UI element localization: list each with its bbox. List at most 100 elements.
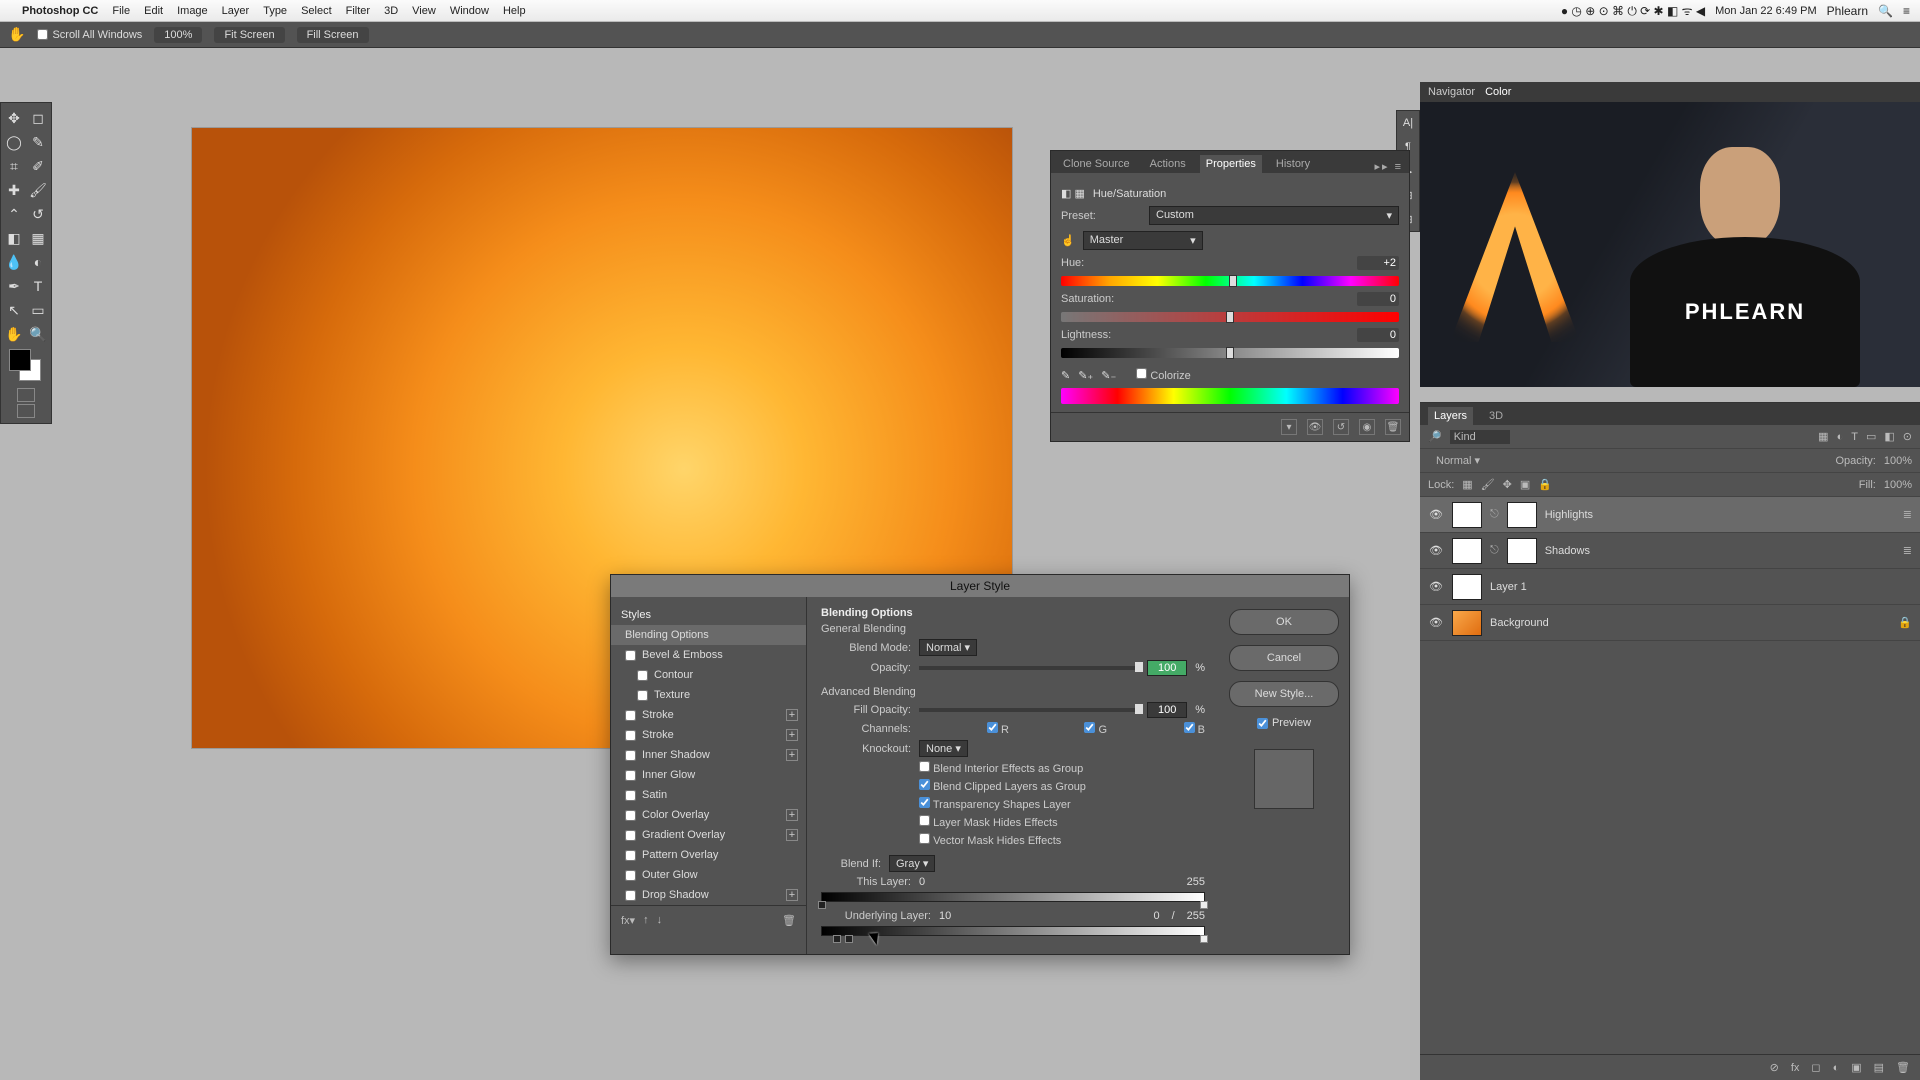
preset-select[interactable]: Custom▾ [1149, 206, 1399, 225]
menu-help[interactable]: Help [503, 5, 526, 17]
style-gradient-overlay[interactable]: Gradient Overlay+ [611, 825, 806, 845]
fx-badge-icon[interactable]: ≣ [1903, 544, 1912, 557]
knockout-select[interactable]: None ▾ [919, 740, 968, 757]
new-style-button[interactable]: New Style... [1229, 681, 1339, 707]
app-name[interactable]: Photoshop CC [22, 5, 98, 17]
style-blending-options[interactable]: Blending Options [611, 625, 806, 645]
clip-icon[interactable]: ▾ [1281, 419, 1297, 435]
filter-kind-select[interactable]: Kind [1450, 430, 1510, 444]
opacity-slider[interactable] [919, 666, 1139, 670]
blur-tool-icon[interactable]: 💧 [3, 251, 25, 273]
lightness-value[interactable]: 0 [1357, 328, 1399, 342]
zoom-level[interactable]: 100% [154, 27, 202, 43]
blendif-select[interactable]: Gray ▾ [889, 855, 935, 872]
channel-b-checkbox[interactable]: B [1115, 722, 1205, 736]
menu-3d[interactable]: 3D [384, 5, 398, 17]
mask-icon[interactable]: ◻ [1811, 1061, 1820, 1074]
delete-effect-icon[interactable]: 🗑 [782, 914, 796, 927]
menu-type[interactable]: Type [263, 5, 287, 17]
visibility-icon[interactable]: 👁 [1428, 508, 1444, 521]
history-brush-icon[interactable]: ↺ [27, 203, 49, 225]
lightness-slider[interactable] [1061, 348, 1399, 358]
visibility-icon[interactable]: 👁 [1428, 580, 1444, 593]
reset-icon[interactable]: ↺ [1333, 419, 1349, 435]
fillopacity-slider[interactable] [919, 708, 1139, 712]
stamp-tool-icon[interactable]: ⌃ [3, 203, 25, 225]
move-down-icon[interactable]: ↓ [657, 914, 663, 927]
menu-filter[interactable]: Filter [346, 5, 370, 17]
layers-opacity-value[interactable]: 100% [1884, 455, 1912, 467]
channel-select[interactable]: Master▾ [1083, 231, 1203, 250]
brush-tool-icon[interactable]: 🖌 [27, 179, 49, 201]
lock-artboard-icon[interactable]: ▣ [1520, 478, 1530, 491]
filter-adj-icon[interactable]: ◐ [1837, 431, 1844, 443]
healing-tool-icon[interactable]: ✚ [3, 179, 25, 201]
tab-navigator[interactable]: Navigator [1428, 86, 1475, 98]
style-pattern-overlay[interactable]: Pattern Overlay [611, 845, 806, 865]
newlayer-icon[interactable]: ▤ [1874, 1061, 1884, 1074]
filter-kind-icon[interactable]: 🔎 [1428, 430, 1442, 443]
path-tool-icon[interactable]: ↖ [3, 299, 25, 321]
style-satin[interactable]: Satin [611, 785, 806, 805]
cb-blend-interior[interactable]: Blend Interior Effects as Group [919, 761, 1083, 775]
fx-icon[interactable]: fx [1791, 1062, 1800, 1074]
panel-collapse-icon[interactable]: ▸▸ ≡ [1374, 160, 1403, 173]
saturation-slider[interactable] [1061, 312, 1399, 322]
zoom-tool-icon[interactable]: 🔍 [27, 323, 49, 345]
cb-layermask-hides[interactable]: Layer Mask Hides Effects [919, 815, 1058, 829]
hue-value[interactable]: +2 [1357, 256, 1399, 270]
channel-r-checkbox[interactable]: R [919, 722, 1009, 736]
filter-smart-icon[interactable]: ◧ [1884, 430, 1894, 443]
scroll-all-windows-checkbox[interactable]: Scroll All Windows [37, 29, 142, 41]
gradient-tool-icon[interactable]: ▦ [27, 227, 49, 249]
dialog-title[interactable]: Layer Style [611, 575, 1349, 597]
style-stroke[interactable]: Stroke+ [611, 705, 806, 725]
menu-image[interactable]: Image [177, 5, 208, 17]
quickselect-tool-icon[interactable]: ✎ [27, 131, 49, 153]
pen-tool-icon[interactable]: ✒ [3, 275, 25, 297]
tab-color[interactable]: Color [1485, 86, 1511, 98]
eyedropper-add-icon[interactable]: ✎₊ [1078, 369, 1093, 382]
eraser-tool-icon[interactable]: ◧ [3, 227, 25, 249]
lasso-tool-icon[interactable]: ◯ [3, 131, 25, 153]
thislayer-gradient[interactable] [821, 892, 1205, 902]
colorize-checkbox[interactable]: Colorize [1136, 368, 1190, 382]
tab-history[interactable]: History [1270, 155, 1316, 173]
cb-vectormask-hides[interactable]: Vector Mask Hides Effects [919, 833, 1061, 847]
layer-row[interactable]: 👁Layer 1 [1420, 569, 1920, 605]
cb-transparency-shapes[interactable]: Transparency Shapes Layer [919, 797, 1071, 811]
channel-g-checkbox[interactable]: G [1017, 722, 1107, 736]
fx-menu-icon[interactable]: fx▾ [621, 914, 635, 927]
hue-slider[interactable] [1061, 276, 1399, 286]
layer-row[interactable]: 👁⎋Highlights≣ [1420, 497, 1920, 533]
tab-layers[interactable]: Layers [1428, 407, 1473, 425]
hand-tool2-icon[interactable]: ✋ [3, 323, 25, 345]
move-tool-icon[interactable]: ✥ [3, 107, 25, 129]
lock-paint-icon[interactable]: 🖌 [1481, 478, 1495, 491]
tab-3d[interactable]: 3D [1483, 407, 1509, 425]
dodge-tool-icon[interactable]: ◐ [27, 251, 49, 273]
eyedropper-sub-icon[interactable]: ✎₋ [1101, 369, 1116, 382]
opacity-value[interactable]: 100 [1147, 660, 1187, 676]
visibility-icon[interactable]: 👁 [1428, 544, 1444, 557]
filter-type-icon[interactable]: T [1851, 431, 1858, 443]
style-contour[interactable]: Contour [611, 665, 806, 685]
menu-extra-icon[interactable]: ≡ [1903, 4, 1910, 18]
ok-button[interactable]: OK [1229, 609, 1339, 635]
lock-pos-icon[interactable]: ✥ [1503, 478, 1512, 491]
lock-trans-icon[interactable]: ▦ [1462, 478, 1472, 491]
eyedropper-tool-icon[interactable]: ✐ [27, 155, 49, 177]
shape-tool-icon[interactable]: ▭ [27, 299, 49, 321]
screen-mode-icons[interactable] [3, 387, 49, 419]
type-tool-icon[interactable]: T [27, 275, 49, 297]
tab-clone-source[interactable]: Clone Source [1057, 155, 1136, 173]
color-swatch[interactable] [3, 347, 49, 385]
color-range-slider[interactable] [1061, 388, 1399, 404]
filter-pixel-icon[interactable]: ▦ [1818, 430, 1828, 443]
style-texture[interactable]: Texture [611, 685, 806, 705]
cb-blend-clipped[interactable]: Blend Clipped Layers as Group [919, 779, 1086, 793]
style-drop-shadow[interactable]: Drop Shadow+ [611, 885, 806, 905]
cancel-button[interactable]: Cancel [1229, 645, 1339, 671]
layers-fill-value[interactable]: 100% [1884, 479, 1912, 491]
menu-file[interactable]: File [112, 5, 130, 17]
